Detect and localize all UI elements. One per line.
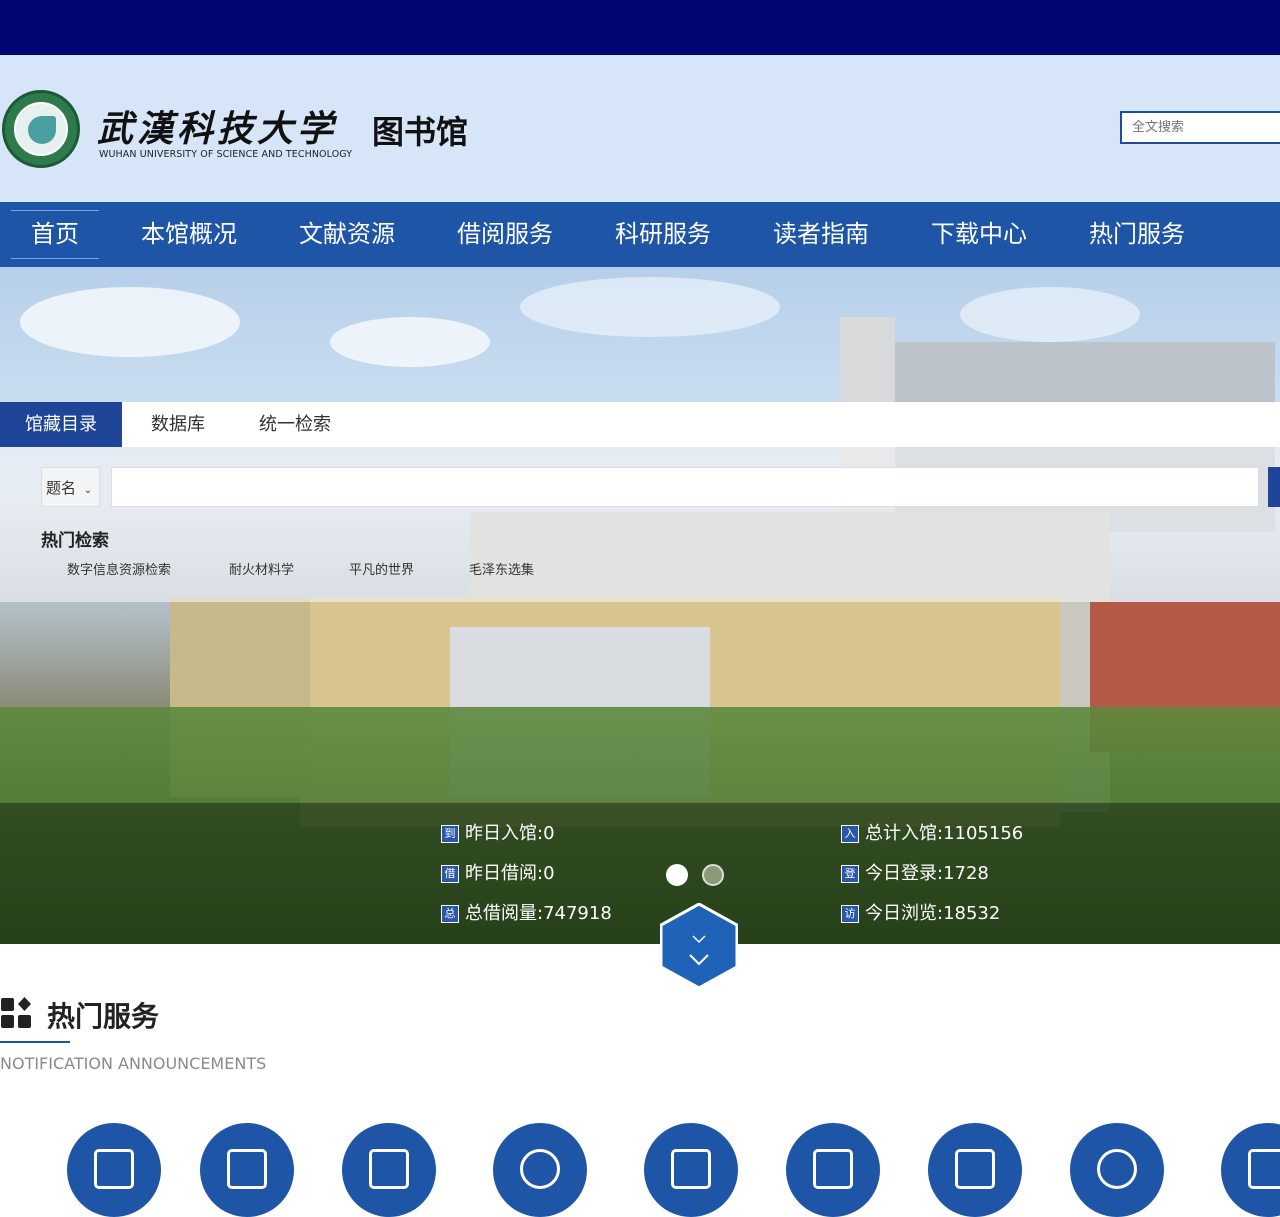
login-icon: 登: [841, 865, 859, 883]
tab-unified[interactable]: 统一检索: [259, 402, 331, 447]
hexagon-scroll-icon[interactable]: [660, 903, 738, 989]
fulltext-search[interactable]: [1120, 111, 1280, 144]
university-seal-logo[interactable]: [2, 90, 80, 168]
nav-overview[interactable]: 本馆概况: [141, 202, 237, 267]
service-icon[interactable]: [1070, 1123, 1164, 1217]
catalog-search-input[interactable]: [111, 467, 1259, 507]
stat-today-browse: 访今日浏览:18532: [841, 903, 1000, 925]
nav-resources[interactable]: 文献资源: [299, 202, 395, 267]
field-select-label: 题名: [46, 479, 77, 497]
carousel-dot-1[interactable]: [666, 864, 688, 886]
borrow-icon: 借: [441, 865, 459, 883]
hot-keyword[interactable]: 平凡的世界: [349, 559, 414, 578]
nav-hot[interactable]: 热门服务: [1089, 202, 1185, 267]
stat-label: 总计入馆: [865, 823, 937, 844]
search-button[interactable]: [1268, 467, 1280, 507]
hot-keyword[interactable]: 数字信息资源检索: [67, 559, 171, 578]
visit-icon: 到: [441, 825, 459, 843]
stat-label: 昨日借阅: [465, 863, 537, 884]
hot-search-title: 热门检索: [41, 531, 109, 551]
nav-download[interactable]: 下载中心: [931, 202, 1027, 267]
header: 武漢科技大学 WUHAN UNIVERSITY OF SCIENCE AND T…: [0, 55, 1280, 202]
stat-yesterday-borrow: 借昨日借阅:0: [441, 863, 555, 885]
logo-en: WUHAN UNIVERSITY OF SCIENCE AND TECHNOLO…: [99, 149, 353, 160]
stat-value: 1105156: [943, 823, 1024, 844]
section-underline: [0, 1041, 70, 1043]
stat-value: 1728: [943, 863, 989, 884]
service-icon[interactable]: [67, 1123, 161, 1217]
nav-guide[interactable]: 读者指南: [773, 202, 869, 267]
service-icon[interactable]: [1221, 1123, 1280, 1217]
chevron-down-icon: ⌄: [83, 485, 93, 496]
service-icon[interactable]: [493, 1123, 587, 1217]
main-nav: 首页 本馆概况 文献资源 借阅服务 科研服务 读者指南 下载中心 热门服务: [0, 202, 1280, 267]
grid-icon: [1, 997, 31, 1028]
stat-label: 总借阅量: [465, 903, 537, 924]
stat-value: 0: [543, 863, 555, 884]
section-subtitle: NOTIFICATION ANNOUNCEMENTS: [0, 1054, 267, 1073]
service-icon[interactable]: [786, 1123, 880, 1217]
nav-borrow[interactable]: 借阅服务: [457, 202, 553, 267]
stat-label: 今日登录: [865, 863, 937, 884]
tab-catalog[interactable]: 馆藏目录: [0, 402, 122, 447]
top-bar: [0, 0, 1280, 55]
stat-label: 昨日入馆: [465, 823, 537, 844]
service-icon[interactable]: [342, 1123, 436, 1217]
nav-research[interactable]: 科研服务: [615, 202, 711, 267]
field-select[interactable]: 题名 ⌄: [41, 467, 100, 507]
hot-keyword[interactable]: 耐火材料学: [229, 559, 294, 578]
service-icon[interactable]: [200, 1123, 294, 1217]
stat-value: 747918: [543, 903, 612, 924]
service-icon[interactable]: [644, 1123, 738, 1217]
service-icon[interactable]: [928, 1123, 1022, 1217]
stat-value: 0: [543, 823, 555, 844]
stat-label: 今日浏览: [865, 903, 937, 924]
library-title: 图书馆: [372, 113, 469, 151]
nav-home[interactable]: 首页: [11, 202, 99, 267]
tab-database[interactable]: 数据库: [151, 402, 205, 447]
total-icon: 总: [441, 905, 459, 923]
stat-value: 18532: [943, 903, 1001, 924]
enter-icon: 入: [841, 825, 859, 843]
search-tabs: 馆藏目录 数据库 统一检索: [0, 402, 1280, 447]
logo-cn[interactable]: 武漢科技大学: [97, 100, 337, 152]
hot-keyword[interactable]: 毛泽东选集: [469, 559, 534, 578]
fulltext-search-input[interactable]: [1122, 113, 1280, 142]
carousel-dot-2[interactable]: [702, 864, 724, 886]
browse-icon: 访: [841, 905, 859, 923]
stat-yesterday-visits: 到昨日入馆:0: [441, 823, 555, 845]
stats-bar: [0, 803, 1280, 944]
section-title: 热门服务: [47, 1000, 160, 1033]
stat-total-visits: 入总计入馆:1105156: [841, 823, 1023, 845]
stat-total-borrow: 总总借阅量:747918: [441, 903, 612, 925]
stat-today-login: 登今日登录:1728: [841, 863, 989, 885]
